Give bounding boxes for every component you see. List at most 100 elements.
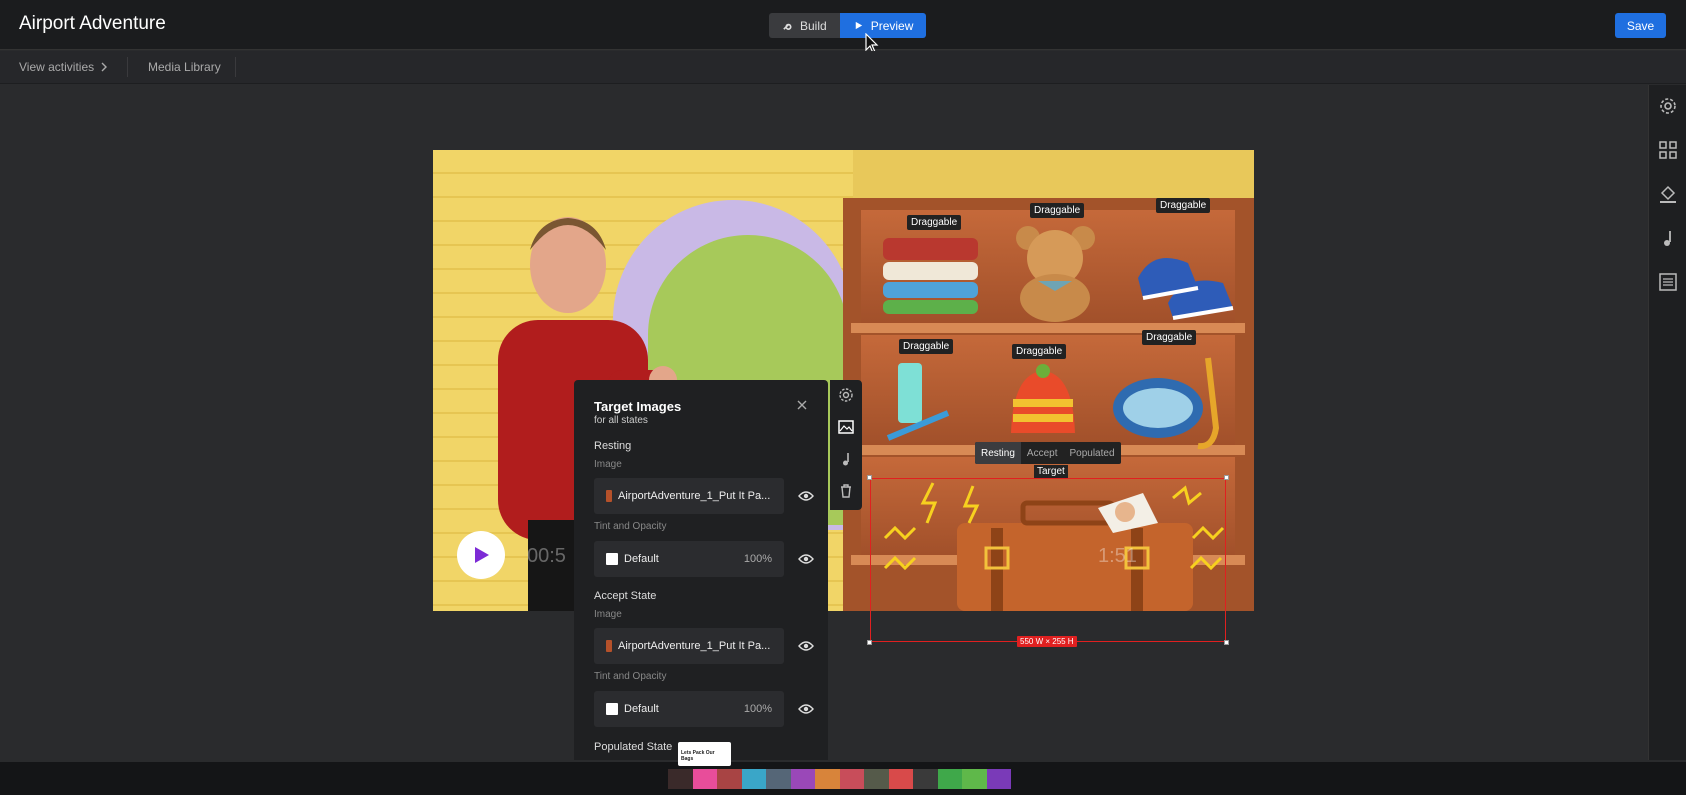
resize-handle[interactable] [1224, 475, 1229, 480]
paint-bucket-icon[interactable] [1658, 184, 1678, 204]
timeline-thumbnail[interactable] [717, 769, 742, 789]
timeline-thumbnail[interactable] [913, 769, 938, 789]
resize-handle[interactable] [867, 640, 872, 645]
tab-accept[interactable]: Accept [1021, 442, 1064, 464]
tab-resting[interactable]: Resting [975, 442, 1021, 464]
draggable-label: Draggable [907, 215, 962, 230]
image-label: Image [594, 459, 622, 470]
divider [127, 57, 128, 77]
draggable-label: Draggable [1030, 203, 1085, 218]
snorkel-goggles-draggable[interactable] [1108, 348, 1228, 453]
gear-icon[interactable] [1658, 96, 1678, 116]
tint-value: Default [624, 553, 659, 565]
tooltip-text: Lets Pack Our Bags [681, 750, 715, 762]
color-swatch [606, 553, 618, 565]
wrench-icon [783, 23, 792, 30]
target-label: Target [1034, 465, 1068, 478]
draggable-label: Draggable [1012, 344, 1067, 359]
teddy-bear-draggable[interactable] [1008, 223, 1103, 323]
tint-label: Tint and Opacity [594, 521, 667, 532]
resting-heading: Resting [594, 440, 632, 452]
tint-label: Tint and Opacity [594, 671, 667, 682]
close-icon[interactable] [796, 399, 808, 411]
save-button[interactable]: Save [1615, 13, 1666, 38]
right-rail [1648, 85, 1686, 760]
tool-rail [830, 380, 862, 510]
accept-image-field[interactable]: AirportAdventure_1_Put It Pa... [594, 628, 784, 664]
file-icon [606, 640, 612, 652]
tint-value: Default [624, 703, 659, 715]
timeline-tooltip: Lets Pack Our Bags [678, 742, 731, 766]
tint-percent: 100% [743, 703, 772, 715]
eye-icon[interactable] [798, 490, 814, 502]
timeline-thumbnail[interactable] [668, 769, 693, 789]
timeline-thumbnail[interactable] [986, 769, 1011, 789]
media-library-label: Media Library [148, 60, 221, 74]
video-time-elapsed: 00:5 [527, 545, 566, 567]
play-icon [475, 547, 489, 563]
preview-label: Preview [870, 18, 914, 33]
sneakers-draggable[interactable] [1133, 228, 1243, 323]
eye-icon[interactable] [798, 703, 814, 715]
timeline-thumbnail[interactable] [790, 769, 815, 789]
file-icon [606, 490, 612, 502]
resting-image-field[interactable]: AirportAdventure_1_Put It Pa... [594, 478, 784, 514]
top-bar: Airport Adventure Build Preview Save [0, 0, 1686, 50]
video-play-button[interactable] [457, 531, 505, 579]
gear-icon[interactable] [838, 387, 854, 403]
view-activities-link[interactable]: View activities [19, 60, 108, 74]
resting-tint-field[interactable]: Default 100% [594, 541, 784, 577]
timeline-thumbnail[interactable] [839, 769, 864, 789]
timeline-thumbnail[interactable] [962, 769, 987, 789]
divider [235, 57, 236, 77]
chevron-right-icon [101, 62, 108, 72]
tint-percent: 100% [743, 553, 772, 565]
accept-heading: Accept State [594, 590, 657, 602]
beanie-hat-draggable[interactable] [1003, 363, 1083, 443]
list-icon[interactable] [1658, 272, 1678, 292]
mode-toggle: Build Preview [769, 13, 927, 38]
eye-icon[interactable] [798, 553, 814, 565]
music-note-icon[interactable] [838, 451, 854, 467]
timeline-thumbnail[interactable] [692, 769, 717, 789]
resize-handle[interactable] [867, 475, 872, 480]
draggable-label: Draggable [1156, 198, 1211, 213]
sub-nav: View activities Media Library [0, 51, 1686, 84]
image-icon[interactable] [838, 419, 854, 435]
tab-populated[interactable]: Populated [1063, 442, 1120, 464]
populated-heading: Populated State [594, 741, 673, 753]
timeline-thumbnail[interactable] [815, 769, 840, 789]
accept-file-name: AirportAdventure_1_Put It Pa... [618, 640, 771, 652]
grid-icon[interactable] [1658, 140, 1678, 160]
media-library-link[interactable]: Media Library [148, 60, 221, 74]
build-button[interactable]: Build [769, 13, 840, 38]
dimensions-badge: 550 W × 255 H [1017, 636, 1077, 647]
color-swatch [606, 703, 618, 715]
trash-icon[interactable] [838, 483, 854, 499]
resize-handle[interactable] [1224, 640, 1229, 645]
timeline-thumbnail[interactable] [937, 769, 962, 789]
timeline-thumbnail[interactable] [766, 769, 791, 789]
toothbrush-draggable[interactable] [883, 358, 953, 448]
timeline-thumbnail[interactable] [888, 769, 913, 789]
state-tabs: Resting Accept Populated [975, 442, 1121, 464]
draggable-label: Draggable [899, 339, 954, 354]
timeline-thumbnail[interactable] [864, 769, 889, 789]
view-activities-label: View activities [19, 60, 95, 74]
panel-title: Target Images [594, 399, 682, 414]
panel-subtitle: for all states [594, 415, 648, 426]
app-title: Airport Adventure [19, 13, 166, 34]
music-note-icon[interactable] [1658, 228, 1678, 248]
preview-button[interactable]: Preview [839, 13, 927, 38]
timeline-thumbnail[interactable] [741, 769, 766, 789]
eye-icon[interactable] [798, 640, 814, 652]
resting-file-name: AirportAdventure_1_Put It Pa... [618, 490, 771, 502]
play-icon [855, 21, 862, 30]
draggable-label: Draggable [1142, 330, 1197, 345]
target-selection-box[interactable] [867, 475, 1229, 645]
accept-tint-field[interactable]: Default 100% [594, 691, 784, 727]
folded-clothes-draggable[interactable] [878, 228, 983, 318]
target-images-panel: Target Images for all states Resting Ima… [574, 380, 828, 760]
image-label: Image [594, 609, 622, 620]
timeline-thumbnails[interactable] [668, 769, 1011, 789]
